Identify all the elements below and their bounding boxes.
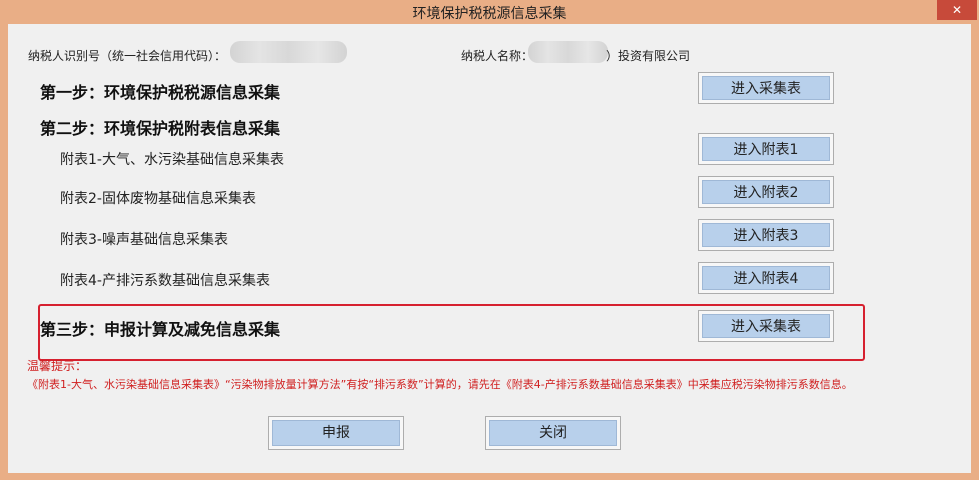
step1-enter-button[interactable]: 进入采集表 xyxy=(698,72,834,104)
attachment4-enter-button[interactable]: 进入附表4 xyxy=(698,262,834,294)
taxpayer-name-suffix: ）投资有限公司 xyxy=(606,49,691,63)
attachment2-label: 附表2-固体废物基础信息采集表 xyxy=(60,191,256,207)
attachment2-enter-button-label: 进入附表2 xyxy=(702,180,830,204)
taxpayer-id-label: 纳税人识别号（统一社会信用代码）： xyxy=(28,49,227,63)
attachment4-label: 附表4-产排污系数基础信息采集表 xyxy=(60,273,270,289)
taxpayer-name-label: 纳税人名称： xyxy=(461,49,534,63)
step3-enter-button[interactable]: 进入采集表 xyxy=(698,310,834,342)
title-bar: 环境保护税税源信息采集 ✕ xyxy=(0,0,979,23)
close-button-label: 关闭 xyxy=(489,420,617,446)
step2-label: 第二步：环境保护税附表信息采集 xyxy=(40,119,281,138)
hint-text: 《附表1-大气、水污染基础信息采集表》“污染物排放量计算方法”有按“排污系数”计… xyxy=(27,378,853,391)
attachment1-enter-button-label: 进入附表1 xyxy=(702,137,830,161)
attachment3-enter-button-label: 进入附表3 xyxy=(702,223,830,247)
attachment4-enter-button-label: 进入附表4 xyxy=(702,266,830,290)
submit-button-label: 申报 xyxy=(272,420,400,446)
form-panel: 纳税人识别号（统一社会信用代码）： 纳税人名称： ）投资有限公司 第一步：环境保… xyxy=(8,24,971,473)
taxpayer-name-value xyxy=(528,41,608,63)
step3-label: 第三步：申报计算及减免信息采集 xyxy=(40,320,281,339)
step1-label: 第一步：环境保护税税源信息采集 xyxy=(40,83,281,102)
step1-enter-button-label: 进入采集表 xyxy=(702,76,830,100)
step3-enter-button-label: 进入采集表 xyxy=(702,314,830,338)
close-button[interactable]: 关闭 xyxy=(485,416,621,450)
submit-button[interactable]: 申报 xyxy=(268,416,404,450)
window-title: 环境保护税税源信息采集 xyxy=(412,6,567,22)
attachment1-label: 附表1-大气、水污染基础信息采集表 xyxy=(60,152,284,168)
attachment3-label: 附表3-噪声基础信息采集表 xyxy=(60,232,228,248)
window-close-button[interactable]: ✕ xyxy=(937,0,977,20)
attachment3-enter-button[interactable]: 进入附表3 xyxy=(698,219,834,251)
attachment1-enter-button[interactable]: 进入附表1 xyxy=(698,133,834,165)
hint-title: 温馨提示： xyxy=(27,359,88,373)
taxpayer-id-value xyxy=(230,41,347,63)
attachment2-enter-button[interactable]: 进入附表2 xyxy=(698,176,834,208)
